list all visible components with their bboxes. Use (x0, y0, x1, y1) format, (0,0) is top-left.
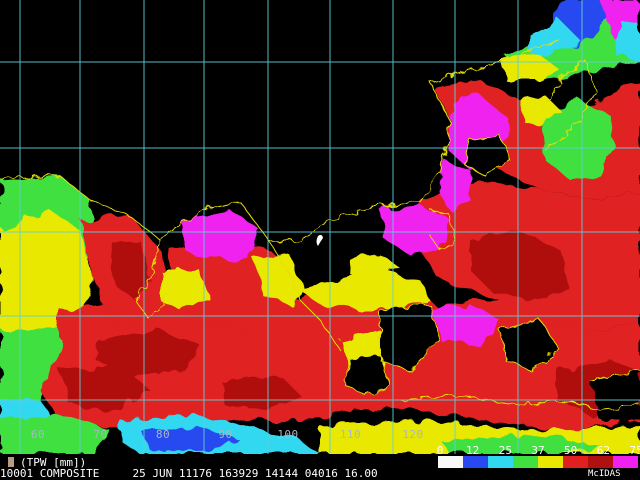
colorbar-segment (463, 456, 488, 468)
colorbar-tick-label: 75 (629, 444, 640, 457)
colorbar-tick-label: 62 (596, 444, 610, 457)
colorbar-segment (538, 456, 563, 468)
white-cloud-spot (316, 234, 323, 246)
image-info-line: 10001 COMPOSITE 25 JUN 11176 163929 1414… (0, 467, 378, 480)
colorbar-segment (613, 456, 638, 468)
station-id: 10001 (0, 467, 34, 480)
colorbar-tick-label: 37 (531, 444, 545, 457)
value: 16.00 (344, 467, 378, 480)
code-2: 04016 (304, 467, 338, 480)
colorbar-segment (488, 456, 513, 468)
tpw-map: 60 70 80 90 100 110 120 (0, 0, 640, 454)
colorbar-segment (563, 456, 588, 468)
image-date: 25 JUN 11176 (132, 467, 212, 480)
longitude-label: 120 (402, 428, 424, 441)
legend-swatch (8, 457, 14, 467)
colorbar-tick-label: 12 (466, 444, 480, 457)
product-name: COMPOSITE (39, 467, 100, 480)
longitude-label: 110 (339, 428, 362, 441)
colorbar-tick-label: 0 (436, 444, 444, 457)
longitude-label: 70 (93, 428, 108, 441)
colorbar-tick-label: 50 (564, 444, 578, 457)
longitude-label: 100 (277, 428, 299, 441)
colorbar-segment (588, 456, 613, 468)
code-1: 14144 (264, 467, 299, 480)
legend-colorbar (438, 456, 638, 468)
longitude-label: 80 (155, 428, 171, 441)
image-time: 163929 (218, 467, 259, 480)
longitude-label: 90 (218, 428, 233, 441)
tpw-field-image (0, 0, 640, 454)
longitude-label: 60 (30, 428, 46, 441)
colorbar-segment (438, 456, 463, 468)
colorbar-segment (513, 456, 538, 468)
mcidas-brand: McIDAS (588, 469, 621, 479)
colorbar-tick-label: 25 (498, 444, 512, 457)
